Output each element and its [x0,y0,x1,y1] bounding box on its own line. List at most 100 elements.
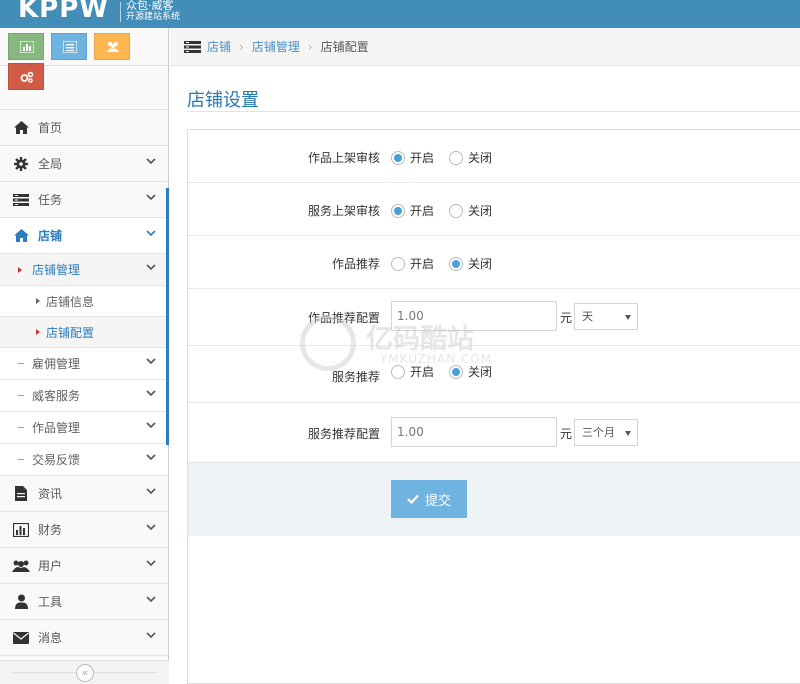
sidebar-subitem-label: 威客服务 [32,389,81,403]
sidebar-item-shop[interactable]: 店铺 [0,218,168,254]
select-value: 天 [582,310,593,323]
form-row-works-recommend-config: 作品推荐配置 1.00 元 天 [188,289,800,346]
form-row-service-recommend-config: 服务推荐配置 1.00 元 三个月 [188,403,800,462]
chevron-down-icon [146,524,156,531]
sidebar-item-messages[interactable]: 消息 [0,620,168,656]
radio-label: 关闭 [468,365,493,379]
sidebar-shortcuts [0,28,168,90]
form-row-service-recommend: 服务推荐 开启 关闭 [188,346,800,403]
field-label: 服务上架审核 [307,204,380,218]
sidebar-collapse-button[interactable]: « [76,664,94,682]
sidebar-collapse-bar: « [0,660,169,684]
radio-dot [449,203,463,218]
radio-label: 关闭 [468,151,493,165]
radio-dot [449,364,463,379]
form-row-works-recommend: 作品推荐 开启 关闭 [188,236,800,289]
sidebar-subitem-hire-manage[interactable]: 雇佣管理 [0,348,168,380]
sidebar-item-label: 工具 [38,595,63,609]
caret-right-icon [36,329,40,335]
radio-service-recommend-off[interactable]: 关闭 [449,363,492,380]
sidebar-subitem-label: 作品管理 [32,421,81,435]
field-label: 作品上架审核 [307,151,380,165]
dash-marker [18,395,24,396]
envelope-icon [13,631,29,644]
bar-chart-icon [13,522,29,537]
form-actions: 提交 [188,462,800,536]
form-row-service-review: 服务上架审核 开启 关闭 [188,183,800,236]
field-label: 作品推荐 [331,257,380,271]
breadcrumb: 店铺 › 店铺管理 › 店铺配置 [170,28,800,66]
home-icon [13,229,29,242]
sidebar-item-label: 资讯 [38,487,63,501]
shortcut-list-button[interactable] [50,33,87,60]
sidebar-subitem-label: 店铺管理 [32,263,81,277]
radio-works-recommend-off[interactable]: 关闭 [449,255,492,272]
radio-works-review-on[interactable]: 开启 [391,149,434,166]
chevron-down-icon [146,230,156,237]
list-icon [184,40,201,53]
sidebar-item-tools[interactable]: 工具 [0,584,168,620]
sidebar-subitem-shop-info[interactable]: 店铺信息 [0,286,168,317]
users-icon [106,42,119,52]
service-recommend-price-input[interactable]: 1.00 [391,417,557,447]
file-icon [15,486,27,501]
home-icon [13,121,29,134]
radio-works-review-off[interactable]: 关闭 [449,149,492,166]
sidebar-subitem-shop-manage[interactable]: 店铺管理 [0,254,168,286]
sidebar-item-users[interactable]: 用户 [0,548,168,584]
page-title: 店铺设置 [187,90,259,111]
works-recommend-period-select[interactable]: 天 [574,303,638,330]
unit-label: 元 [560,427,573,441]
dash-marker [18,459,24,460]
radio-works-recommend-on[interactable]: 开启 [391,255,434,272]
breadcrumb-separator: › [307,39,313,54]
radio-service-recommend-on[interactable]: 开启 [391,363,434,380]
brand-logo[interactable]: KPPW [18,0,109,24]
sidebar-item-label: 店铺 [38,229,63,243]
select-value: 三个月 [582,426,615,439]
caret-right-icon [18,266,22,273]
chevron-down-icon [146,560,156,567]
shortcut-stats-button[interactable] [8,33,44,60]
shortcut-settings-button[interactable] [8,63,44,90]
sidebar: 首页 全局 任务 店铺 店铺管理 店铺信息 店铺配置 雇佣管理 威客服务 作品管… [0,28,169,684]
sidebar-item-label: 首页 [38,121,63,135]
radio-service-review-on[interactable]: 开启 [391,202,434,219]
breadcrumb-link-shop-manage[interactable]: 店铺管理 [252,38,300,55]
sidebar-subitem-shop-config[interactable]: 店铺配置 [0,317,168,348]
sidebar-item-finance[interactable]: 财务 [0,512,168,548]
sidebar-item-home[interactable]: 首页 [0,110,168,146]
sidebar-subitem-trade-feedback[interactable]: 交易反馈 [0,444,168,476]
submit-button[interactable]: 提交 [391,480,467,518]
shortcut-users-button[interactable] [93,33,130,60]
logo-divider [120,2,121,22]
sidebar-item-label: 用户 [38,559,63,573]
sidebar-subitem-label: 交易反馈 [32,453,81,467]
radio-service-review-off[interactable]: 关闭 [449,202,492,219]
radio-label: 开启 [410,151,435,165]
chevron-down-icon [146,390,156,397]
service-recommend-period-select[interactable]: 三个月 [574,419,638,446]
chevron-down-icon [146,264,156,271]
works-recommend-price-input[interactable]: 1.00 [391,301,557,331]
caret-down-icon [625,431,631,436]
dash-marker [18,427,24,428]
radio-label: 关闭 [468,204,493,218]
breadcrumb-link-shop[interactable]: 店铺 [207,38,231,55]
sidebar-item-news[interactable]: 资讯 [0,476,168,512]
sidebar-subitem-works-manage[interactable]: 作品管理 [0,412,168,444]
sidebar-subitem-witkey-service[interactable]: 威客服务 [0,380,168,412]
cogs-icon [20,71,34,83]
sidebar-item-label: 财务 [38,523,63,537]
sidebar-item-global[interactable]: 全局 [0,146,168,182]
chevron-down-icon [146,358,156,365]
sidebar-subitem-label: 店铺信息 [46,294,95,309]
sidebar-item-tasks[interactable]: 任务 [0,182,168,218]
shop-settings-form: 作品上架审核 开启 关闭 服务上架审核 开启 关闭 作品推荐 开启 关闭 作品推… [187,129,800,684]
breadcrumb-current: 店铺配置 [320,40,369,54]
caret-right-icon [36,298,40,304]
breadcrumb-separator: › [239,39,244,54]
caret-down-icon [625,315,631,320]
radio-label: 开启 [410,204,435,218]
dash-marker [18,363,24,364]
